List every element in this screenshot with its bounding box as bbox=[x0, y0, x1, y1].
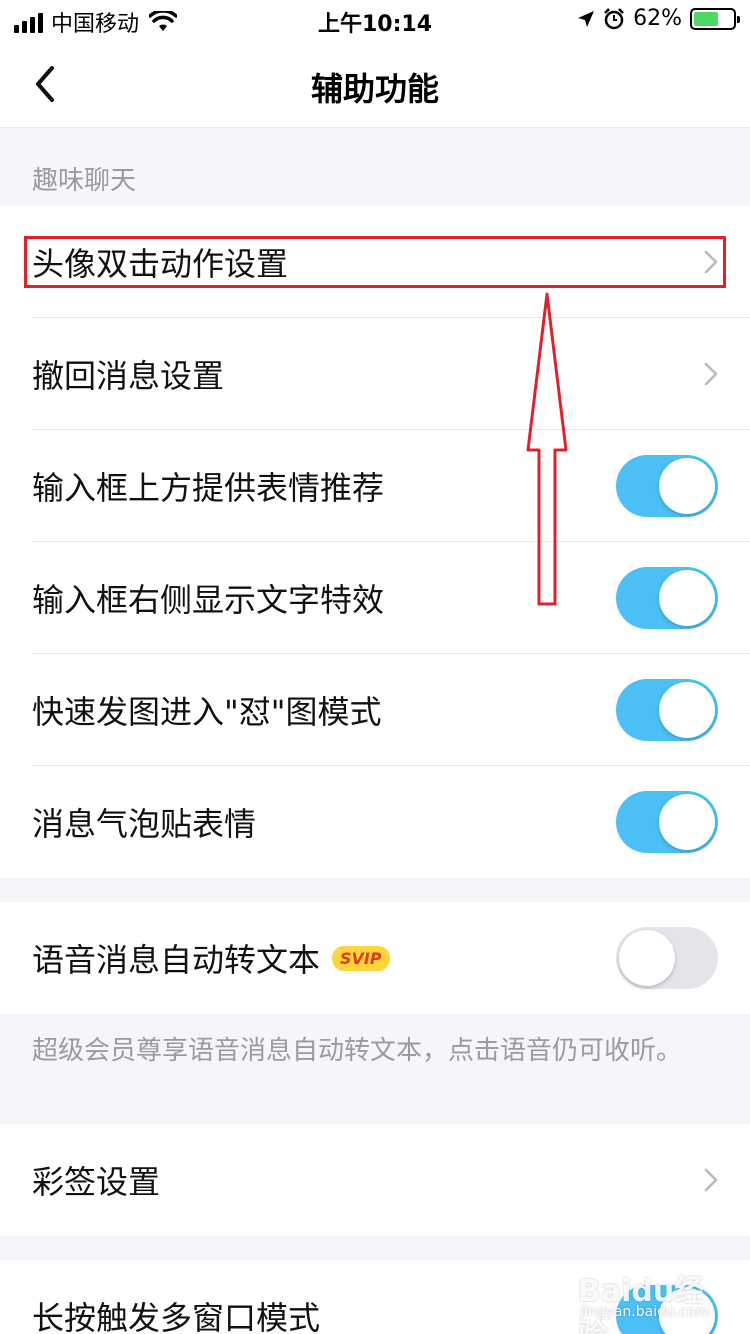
row-label: 输入框右侧显示文字特效 bbox=[32, 581, 385, 619]
chevron-right-icon bbox=[704, 362, 718, 386]
nav-bar: 辅助功能 bbox=[0, 40, 750, 128]
bubble-sticker-toggle[interactable] bbox=[616, 791, 718, 853]
status-bar: 中国移动 上午10:14 62% bbox=[0, 0, 750, 40]
text-effects-row: 输入框右侧显示文字特效 bbox=[0, 542, 750, 654]
voice-to-text-group: 语音消息自动转文本 SVIP bbox=[0, 902, 750, 1014]
row-label: 消息气泡贴表情 bbox=[32, 805, 257, 843]
annotation-up-arrow-icon bbox=[526, 292, 568, 606]
battery-charging-icon bbox=[690, 7, 740, 30]
battery-level-fill bbox=[694, 11, 718, 26]
emoji-suggestion-row: 输入框上方提供表情推荐 bbox=[0, 430, 750, 542]
page-title: 辅助功能 bbox=[310, 70, 439, 108]
annotation-highlight-box bbox=[24, 236, 726, 288]
row-label: 输入框上方提供表情推荐 bbox=[32, 469, 385, 507]
quick-image-mode-row: 快速发图进入"怼"图模式 bbox=[0, 654, 750, 766]
color-tag-group: 彩签设置 bbox=[0, 1124, 750, 1236]
voice-to-text-row: 语音消息自动转文本 SVIP bbox=[0, 902, 750, 1014]
voice-to-text-note: 超级会员尊享语音消息自动转文本，点击语音仍可收听。 bbox=[32, 1036, 683, 1066]
status-right: 62% bbox=[577, 6, 740, 31]
fun-chat-group: 头像双击动作设置 撤回消息设置 输入框上方提供表情推荐 输入框右侧显示文字特效 … bbox=[0, 206, 750, 878]
color-tag-setting-row[interactable]: 彩签设置 bbox=[0, 1124, 750, 1236]
row-label: 快速发图进入"怼"图模式 bbox=[32, 693, 382, 731]
section-header-fun-chat: 趣味聊天 bbox=[32, 166, 137, 196]
emoji-suggestion-toggle[interactable] bbox=[616, 455, 718, 517]
baidu-watermark: Baidu经验 jingyan.baidu.com bbox=[578, 1258, 728, 1334]
row-label: 语音消息自动转文本 bbox=[32, 941, 321, 979]
row-label: 撤回消息设置 bbox=[32, 357, 225, 395]
watermark-text: Baidu经验 bbox=[578, 1274, 705, 1334]
watermark-url: jingyan.baidu.com bbox=[580, 1304, 710, 1320]
voice-to-text-toggle[interactable] bbox=[616, 927, 718, 989]
battery-percent: 62% bbox=[633, 6, 682, 31]
recall-message-setting-row[interactable]: 撤回消息设置 bbox=[0, 318, 750, 430]
row-label: 彩签设置 bbox=[32, 1163, 161, 1201]
text-effects-toggle[interactable] bbox=[616, 567, 718, 629]
row-label: 长按触发多窗口模式 bbox=[32, 1299, 321, 1334]
quick-image-mode-toggle[interactable] bbox=[616, 679, 718, 741]
alarm-icon bbox=[604, 7, 624, 29]
chevron-right-icon bbox=[704, 1168, 718, 1192]
bubble-sticker-row: 消息气泡贴表情 bbox=[0, 766, 750, 878]
location-icon bbox=[578, 10, 595, 27]
svip-badge: SVIP bbox=[332, 945, 390, 971]
